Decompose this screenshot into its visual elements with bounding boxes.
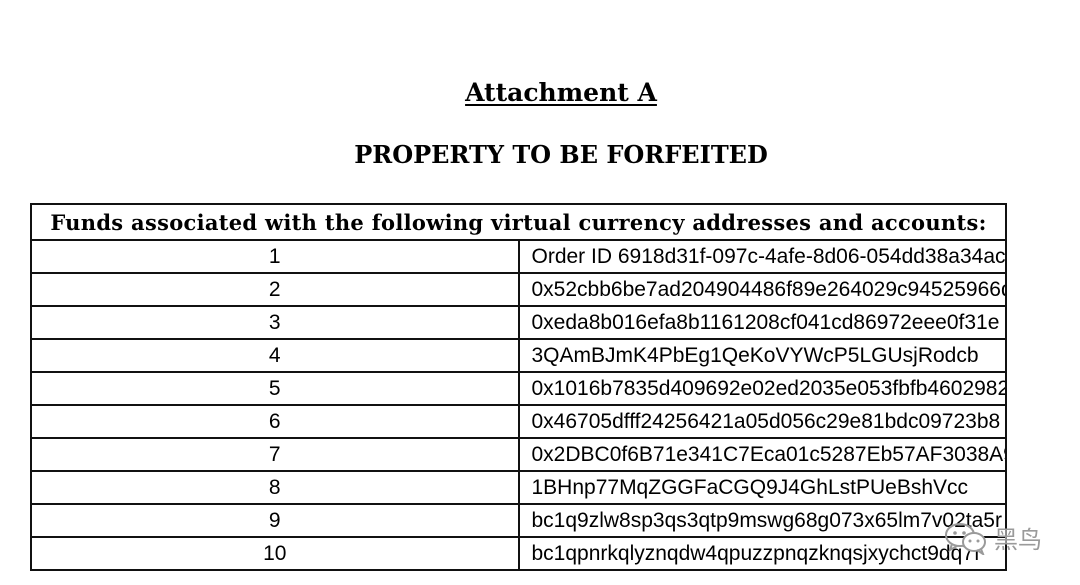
address-cell: 0x52cbb6be7ad204904486f89e264029c9452596… bbox=[517, 272, 1007, 307]
table-row: 7 0x2DBC0f6B71e341C7Eca01c5287Eb57AF3038… bbox=[30, 437, 1007, 472]
row-number: 3 bbox=[30, 305, 520, 340]
table-row: 1 Order ID 6918d31f-097c-4afe-8d06-054dd… bbox=[30, 239, 1007, 274]
table-row: 4 3QAmBJmK4PbEg1QeKoVYWcP5LGUsjRodcb bbox=[30, 338, 1007, 373]
row-number: 1 bbox=[30, 239, 520, 274]
table-row: 9 bc1q9zlw8sp3qs3qtp9mswg68g073x65lm7v02… bbox=[30, 503, 1007, 538]
table-header: Funds associated with the following virt… bbox=[30, 203, 1007, 241]
table-row: 10 bc1qpnrkqlyznqdw4qpuzzpnqzknqsjxychct… bbox=[30, 536, 1007, 571]
row-number: 5 bbox=[30, 371, 520, 406]
watermark-text: 黑鸟 bbox=[994, 526, 1042, 554]
row-number: 8 bbox=[30, 470, 520, 505]
address-cell: 0xeda8b016efa8b1161208cf041cd86972eee0f3… bbox=[517, 305, 1007, 340]
address-cell: 0x46705dfff24256421a05d056c29e81bdc09723… bbox=[517, 404, 1007, 439]
table-row: 5 0x1016b7835d409692e02ed2035e053fbfb460… bbox=[30, 371, 1007, 406]
wechat-icon bbox=[944, 521, 988, 555]
table-row: 8 1BHnp77MqZGGFaCGQ9J4GhLstPUeBshVcc bbox=[30, 470, 1007, 505]
address-cell: 0x1016b7835d409692e02ed2035e053fbfb46029… bbox=[517, 371, 1007, 406]
address-cell: 3QAmBJmK4PbEg1QeKoVYWcP5LGUsjRodcb bbox=[517, 338, 1007, 373]
row-number: 2 bbox=[30, 272, 520, 307]
table-row: 3 0xeda8b016efa8b1161208cf041cd86972eee0… bbox=[30, 305, 1007, 340]
row-number: 4 bbox=[30, 338, 520, 373]
row-number: 10 bbox=[30, 536, 520, 571]
attachment-title: Attachment A bbox=[465, 78, 657, 107]
address-cell: bc1qpnrkqlyznqdw4qpuzzpnqzknqsjxychct9dq… bbox=[517, 536, 1007, 571]
table-header-row: Funds associated with the following virt… bbox=[30, 203, 1007, 241]
section-title: PROPERTY TO BE FORFEITED bbox=[354, 140, 768, 169]
address-cell: bc1q9zlw8sp3qs3qtp9mswg68g073x65lm7v02ta… bbox=[517, 503, 1007, 538]
address-cell: Order ID 6918d31f-097c-4afe-8d06-054dd38… bbox=[517, 239, 1007, 274]
watermark: 黑鸟 bbox=[944, 520, 1042, 555]
table-row: 2 0x52cbb6be7ad204904486f89e264029c94525… bbox=[30, 272, 1007, 307]
forfeiture-table: Funds associated with the following virt… bbox=[30, 203, 1007, 571]
address-cell: 0x2DBC0f6B71e341C7Eca01c5287Eb57AF3038A9… bbox=[517, 437, 1007, 472]
row-number: 6 bbox=[30, 404, 520, 439]
address-cell: 1BHnp77MqZGGFaCGQ9J4GhLstPUeBshVcc bbox=[517, 470, 1007, 505]
table-row: 6 0x46705dfff24256421a05d056c29e81bdc097… bbox=[30, 404, 1007, 439]
row-number: 7 bbox=[30, 437, 520, 472]
row-number: 9 bbox=[30, 503, 520, 538]
